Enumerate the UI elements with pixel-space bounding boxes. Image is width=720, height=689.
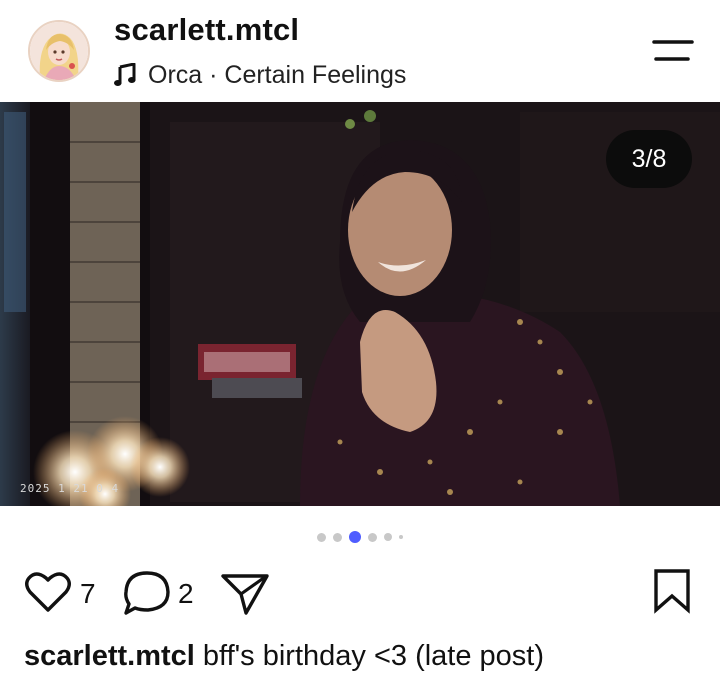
comment-bubble-icon xyxy=(124,571,170,615)
post-username[interactable]: scarlett.mtcl xyxy=(114,12,299,48)
music-note-icon xyxy=(114,63,136,86)
post-actions: 7 2 xyxy=(0,564,720,624)
like-button[interactable] xyxy=(24,570,72,619)
comment-count[interactable]: 2 xyxy=(178,578,194,610)
post-caption: scarlett.mtcl bff's birthday <3 (late po… xyxy=(24,640,544,673)
bookmark-icon xyxy=(654,569,690,614)
send-icon xyxy=(221,574,269,615)
heart-icon xyxy=(25,572,71,612)
carousel-indicator xyxy=(0,528,720,546)
comment-button[interactable] xyxy=(122,570,172,621)
menu-icon xyxy=(652,40,694,61)
music-track-label: Orca · Certain Feelings xyxy=(148,60,407,89)
caption-text: bff's birthday <3 (late post) xyxy=(202,640,545,672)
carousel-dot xyxy=(333,532,342,542)
menu-button[interactable] xyxy=(650,38,702,66)
carousel-dot xyxy=(399,535,403,539)
caption-username[interactable]: scarlett.mtcl xyxy=(24,640,195,672)
photo-timestamp-overlay: 2025 1 21 0 4 xyxy=(20,482,120,495)
share-button[interactable] xyxy=(220,570,270,621)
carousel-dot-active xyxy=(349,531,361,543)
like-count[interactable]: 7 xyxy=(80,578,96,610)
post-header: scarlett.mtcl Orca · Certain Feelings xyxy=(0,0,720,102)
image-counter-badge: 3/8 xyxy=(606,130,692,188)
carousel-dot xyxy=(368,532,377,542)
avatar[interactable] xyxy=(28,20,90,82)
carousel-dot xyxy=(384,533,392,541)
save-button[interactable] xyxy=(652,568,692,619)
music-info[interactable]: Orca · Certain Feelings xyxy=(114,60,406,90)
carousel-dot xyxy=(317,532,326,542)
